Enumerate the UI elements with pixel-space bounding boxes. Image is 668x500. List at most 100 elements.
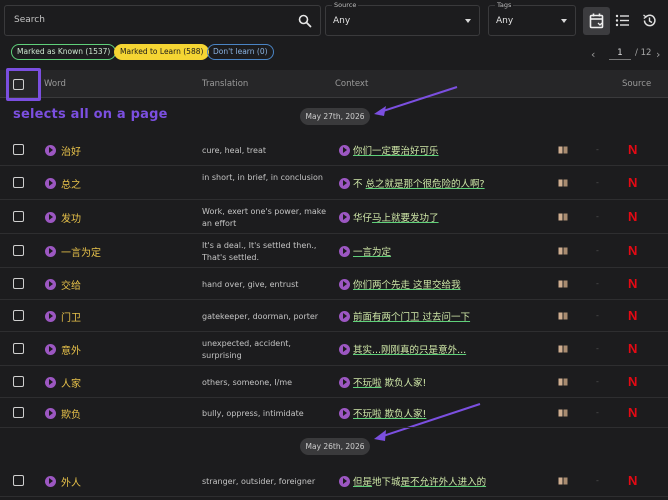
book-icon[interactable] [558,247,568,255]
source-select[interactable]: Source Any [325,1,480,36]
learn-filter-chip[interactable]: Marked to Learn (588) [114,44,210,60]
netflix-source-icon: N [628,142,638,157]
table-row[interactable]: 欺负 bully, oppress, intimidate 不玩啦 欺负人家! - N [0,398,668,428]
table-row[interactable]: 意外 unexpected, accident, surprising 其实...刚… [0,332,668,366]
table-header: Word Translation Context Source [0,70,668,98]
table-row[interactable]: 交给 hand over, give, entrust 你们两个先走 这里交给我 - N [0,268,668,300]
table-row[interactable]: 发功 Work, exert one's power, make an effor… [0,200,668,234]
search-icon[interactable] [298,14,312,28]
book-icon[interactable] [558,409,568,417]
play-context-icon[interactable] [339,144,350,156]
translation-text: It's a deal., It's settled then., That's… [202,241,317,262]
column-translation: Translation [202,79,249,89]
table-row[interactable]: 治好 cure, heal, treat 你们一定要治好可乐 - N [0,134,668,166]
chevron-down-icon [561,19,567,23]
column-context: Context [335,79,369,89]
row-checkbox[interactable] [13,310,24,321]
source-select-label: Source [332,1,359,9]
dash-text: - [596,311,599,320]
play-word-icon[interactable] [45,475,56,487]
context-text: 但是地下城是不允许外人进入的 [353,477,487,488]
word-text: 总之 [61,180,81,191]
play-word-icon[interactable] [45,144,56,156]
play-word-icon[interactable] [45,310,56,322]
translation-text: gatekeeper, doorman, porter [202,312,319,321]
book-icon[interactable] [558,345,568,353]
play-context-icon[interactable] [339,343,350,355]
word-text: 欺负 [61,410,81,421]
context-text: 其实...刚刚真的只是意外... [353,345,467,356]
play-word-icon[interactable] [45,343,56,355]
date-separator: May 27th, 2026 [300,108,370,125]
play-word-icon[interactable] [45,278,56,290]
play-context-icon[interactable] [339,475,350,487]
search-field[interactable]: Search [4,5,321,36]
play-context-icon[interactable] [339,177,350,189]
context-text: 不玩啦 欺负人家! [353,378,427,389]
annotation-arrow [374,86,458,116]
chevron-left-icon[interactable]: ‹ [591,48,595,61]
netflix-source-icon: N [628,209,638,224]
source-select-value: Any [333,16,351,26]
play-context-icon[interactable] [339,211,350,223]
table-row[interactable]: 外人 stranger, outsider, foreigner 但是地下城是不允许… [0,465,668,497]
context-text: 你们两个先走 这里交给我 [353,280,461,291]
translation-text: others, someone, I/me [202,378,293,387]
row-checkbox[interactable] [13,475,24,486]
context-text: 前面有两个门卫 过去问一下 [353,312,471,323]
netflix-source-icon: N [628,473,638,488]
row-checkbox[interactable] [13,144,24,155]
translation-text: stranger, outsider, foreigner [202,477,316,486]
dont-learn-filter-chip[interactable]: Don't learn (0) [207,44,274,60]
book-icon[interactable] [558,179,568,187]
dash-text: - [596,344,599,353]
play-word-icon[interactable] [45,211,56,223]
translation-text: unexpected, accident, surprising [202,339,291,360]
row-checkbox[interactable] [13,245,24,256]
netflix-source-icon: N [628,405,638,420]
table-row[interactable]: 一言为定 It's a deal., It's settled then., Th… [0,234,668,268]
play-word-icon[interactable] [45,245,56,257]
row-checkbox[interactable] [13,407,24,418]
book-icon[interactable] [558,146,568,154]
play-word-icon[interactable] [45,177,56,189]
chevron-right-icon[interactable]: › [656,48,660,61]
context-text: 不 总之就是那个很危险的人啊? [353,179,485,190]
dash-text: - [596,476,599,485]
table-row[interactable]: 人家 others, someone, I/me 不玩啦 欺负人家! - N [0,366,668,398]
dash-text: - [596,178,599,187]
book-icon[interactable] [558,213,568,221]
play-word-icon[interactable] [45,407,56,419]
row-checkbox[interactable] [13,376,24,387]
dash-text: - [596,279,599,288]
netflix-source-icon: N [628,276,638,291]
context-text: 华仔马上就要发功了 [353,213,439,224]
table-row[interactable]: 门卫 gatekeeper, doorman, porter 前面有两个门卫 过去问… [0,300,668,332]
play-context-icon[interactable] [339,376,350,388]
word-text: 一言为定 [61,248,101,259]
word-text: 交给 [61,281,81,292]
play-context-icon[interactable] [339,278,350,290]
row-checkbox[interactable] [13,343,24,354]
row-checkbox[interactable] [13,177,24,188]
play-word-icon[interactable] [45,376,56,388]
book-icon[interactable] [558,477,568,485]
calendar-view-button[interactable] [583,7,610,35]
row-checkbox[interactable] [13,278,24,289]
table-row[interactable]: 总之 in short, in brief, in conclusion 不 总之就… [0,166,668,200]
known-filter-chip[interactable]: Marked as Known (1537) [11,44,117,60]
play-context-icon[interactable] [339,245,350,257]
history-view-button[interactable] [636,7,663,35]
list-icon [615,14,629,27]
play-context-icon[interactable] [339,310,350,322]
page-input[interactable]: 1 [609,48,631,60]
book-icon[interactable] [558,280,568,288]
book-icon[interactable] [558,378,568,386]
play-context-icon[interactable] [339,407,350,419]
context-text: 一言为定 [353,247,392,258]
row-checkbox[interactable] [13,211,24,222]
word-text: 人家 [61,379,81,390]
tags-select[interactable]: Tags Any [488,1,576,36]
list-view-button[interactable] [609,7,636,35]
book-icon[interactable] [558,312,568,320]
